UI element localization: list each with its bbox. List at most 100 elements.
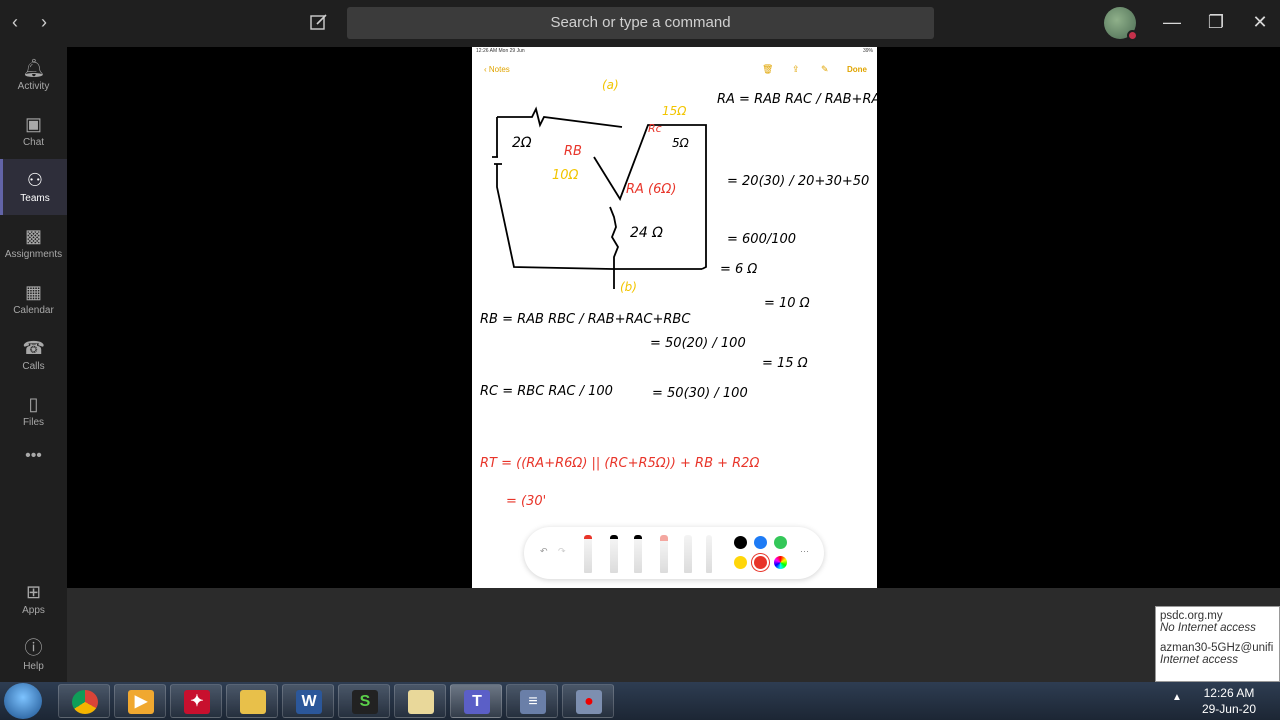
clock-date: 29-Jun-20 (1201, 702, 1256, 716)
word-taskbar-button[interactable]: W (282, 684, 334, 718)
rail-item-apps[interactable]: ⊞ Apps (0, 571, 67, 627)
redo-icon[interactable]: ↷ (558, 546, 566, 557)
note-rb-result: = 10 Ω (764, 296, 810, 311)
back-chevron-icon[interactable]: ‹ (12, 12, 18, 33)
start-button[interactable] (4, 683, 42, 719)
label-rb: RB (564, 144, 582, 159)
tray-expand-icon[interactable]: ▲ (1172, 692, 1182, 703)
file-icon: ▯ (28, 394, 39, 414)
color-wheel-icon[interactable] (774, 556, 787, 569)
swatch-red[interactable] (754, 556, 767, 569)
task-manager-icon: ≡ (520, 690, 546, 714)
ruler-tool[interactable] (706, 535, 712, 573)
rail-label: Help (23, 661, 44, 672)
meeting-bottom-area (67, 588, 1280, 682)
label-ra: RA (6Ω) (626, 182, 676, 197)
notes-icon (408, 690, 434, 714)
rail-item-more[interactable]: ••• (0, 447, 67, 503)
acrobat-taskbar-button[interactable]: ✦ (170, 684, 222, 718)
chat-icon: ▣ (24, 114, 42, 134)
compose-icon[interactable] (309, 12, 329, 32)
bell-icon: 🔔︎ (22, 58, 46, 78)
rail-item-calendar[interactable]: ▦ Calendar (0, 271, 67, 327)
phone-icon: ☎︎ (22, 338, 45, 358)
rail-label: Calls (22, 361, 45, 372)
app-rail: 🔔︎ Activity ▣ Chat ⚇ Teams ▩ Assignments… (0, 47, 67, 682)
ipad-status-time: 12:26 AM Mon 29 Jun (476, 48, 525, 54)
restore-icon[interactable]: ❐ (1204, 12, 1228, 33)
note-ra-formula: RA = RAB RAC / RAB+RAC+RBC (717, 92, 877, 107)
tooltip-site: psdc.org.my (1160, 610, 1223, 622)
ipad-battery: 39% (862, 48, 873, 54)
apps-icon: ⊞ (25, 582, 42, 602)
tooltip-site-status: No Internet access (1160, 622, 1256, 634)
tooltip-wifi-status: Internet access (1160, 654, 1238, 666)
forward-chevron-icon[interactable]: › (41, 12, 47, 33)
notes-back-label: Notes (488, 65, 510, 74)
rail-item-files[interactable]: ▯ Files (0, 383, 67, 439)
label-15ohm: 15Ω (662, 104, 687, 118)
teams-taskbar-button[interactable]: T (450, 684, 502, 718)
note-ra-result: = 6 Ω (720, 262, 757, 277)
trash-icon[interactable]: 🗑︎ (762, 64, 773, 75)
swatch-blue[interactable] (754, 536, 767, 549)
rail-label: Chat (22, 137, 45, 148)
rail-item-assignments[interactable]: ▩ Assignments (0, 215, 67, 271)
media-player-icon: ▶ (128, 690, 154, 714)
avatar[interactable] (1104, 7, 1138, 41)
compose-note-icon[interactable]: ✎ (821, 64, 829, 75)
notes-taskbar-button[interactable] (394, 684, 446, 718)
label-5ohm: 5Ω (672, 136, 690, 150)
search-input[interactable]: Search or type a command (347, 7, 934, 39)
pencil-tool[interactable] (634, 535, 642, 573)
rail-item-activity[interactable]: 🔔︎ Activity (0, 47, 67, 103)
rail-item-calls[interactable]: ☎︎ Calls (0, 327, 67, 383)
note-rc-result: = 15 Ω (762, 356, 808, 371)
label-2ohm: 2Ω (512, 135, 532, 151)
note-ra-step1: = 20(30) / 20+30+50 (727, 174, 869, 189)
note-rt-step: = (30' (506, 494, 546, 509)
marker-tool[interactable] (610, 535, 618, 573)
rail-label: Calendar (13, 305, 54, 316)
label-rc: Rc (648, 122, 662, 135)
label-24ohm: 24 Ω (630, 225, 663, 241)
calendar-icon: ▦ (24, 282, 42, 302)
more-icon: ••• (25, 447, 42, 464)
recorder-taskbar-button[interactable]: ● (562, 684, 614, 718)
system-clock[interactable]: 12:26 AM 29-Jun-20 (1202, 685, 1256, 717)
task-manager-taskbar-button[interactable]: ≡ (506, 684, 558, 718)
label-10ohm: 10Ω (552, 168, 579, 183)
media-player-taskbar-button[interactable]: ▶ (114, 684, 166, 718)
close-icon[interactable]: ✕ (1248, 12, 1272, 33)
presence-badge (1127, 30, 1138, 41)
rail-item-help[interactable]: ⓘ Help (0, 627, 67, 683)
share-icon[interactable]: ⇪ (792, 64, 800, 75)
rail-label: Activity (17, 81, 50, 92)
note-rt-formula: RT = ((RA+R6Ω) || (RC+R5Ω)) + RB + R2Ω (480, 456, 759, 471)
s-app-taskbar-button[interactable]: S (338, 684, 390, 718)
note-rc-formula: RC = RBC RAC / 100 (480, 384, 613, 399)
notes-back-button[interactable]: ‹ Notes (484, 65, 510, 74)
swatch-yellow[interactable] (734, 556, 747, 569)
rail-item-chat[interactable]: ▣ Chat (0, 103, 67, 159)
swatch-green[interactable] (774, 536, 787, 549)
s-app-icon: S (352, 690, 378, 714)
teams-app-icon: T (464, 690, 490, 714)
chrome-icon (72, 690, 98, 714)
bag-icon: ▩ (24, 226, 42, 246)
lasso-tool[interactable] (684, 535, 692, 573)
minimize-icon[interactable]: — (1160, 12, 1184, 33)
undo-icon[interactable]: ↶ (540, 546, 548, 557)
swatch-black[interactable] (734, 536, 747, 549)
rail-label: Apps (22, 605, 45, 616)
pen-tool[interactable] (584, 535, 592, 573)
more-tools-icon[interactable]: ⋯ (800, 546, 809, 557)
file-explorer-taskbar-button[interactable] (226, 684, 278, 718)
rail-item-teams[interactable]: ⚇ Teams (0, 159, 67, 215)
clock-time: 12:26 AM (1203, 686, 1255, 700)
eraser-tool[interactable] (660, 535, 668, 573)
chrome-taskbar-button[interactable] (58, 684, 110, 718)
notes-done-button[interactable]: Done (847, 65, 867, 74)
recorder-icon: ● (576, 690, 602, 714)
shared-screen: 12:26 AM Mon 29 Jun 39% ‹ Notes 🗑︎ ⇪ ✎ D… (472, 47, 877, 588)
